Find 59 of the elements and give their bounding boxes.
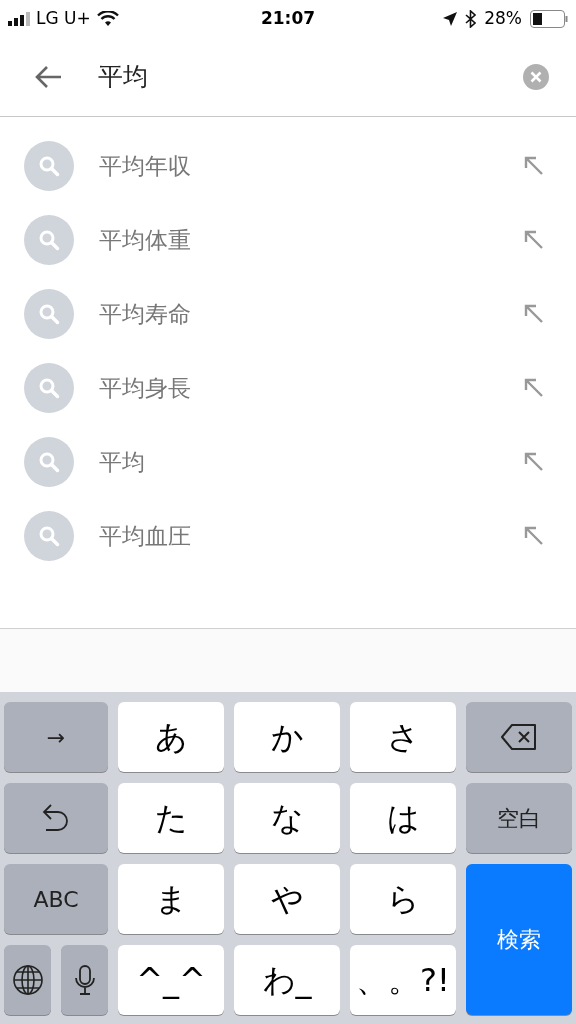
globe-key[interactable] bbox=[4, 945, 51, 1015]
suggestion-item[interactable]: 平均血圧 bbox=[0, 499, 576, 573]
kana-key[interactable]: な bbox=[234, 783, 340, 853]
search-key[interactable]: 検索 bbox=[466, 864, 572, 1015]
suggestion-text: 平均体重 bbox=[99, 225, 192, 255]
undo-key[interactable] bbox=[4, 783, 108, 853]
kana-key[interactable]: や bbox=[234, 864, 340, 934]
wifi-icon bbox=[96, 11, 119, 27]
suggestion-item[interactable]: 平均身長 bbox=[0, 351, 576, 425]
clock-time: 21:07 bbox=[260, 7, 316, 31]
kana-key[interactable]: ^_^ bbox=[118, 945, 224, 1015]
suggestion-text: 平均身長 bbox=[99, 373, 192, 403]
suggestion-item[interactable]: 平均寿命 bbox=[0, 277, 576, 351]
kana-key[interactable]: あ bbox=[118, 702, 224, 772]
battery-icon bbox=[530, 10, 568, 28]
search-icon bbox=[24, 363, 74, 413]
microphone-icon bbox=[73, 964, 96, 996]
function-key[interactable]: 空白 bbox=[466, 783, 572, 853]
kana-key[interactable]: ら bbox=[350, 864, 456, 934]
kana-key[interactable]: わ_ bbox=[234, 945, 340, 1015]
kana-key[interactable]: は bbox=[350, 783, 456, 853]
search-icon bbox=[24, 215, 74, 265]
arrow-up-left-icon[interactable] bbox=[524, 378, 544, 398]
undo-icon bbox=[41, 802, 71, 834]
suggestion-text: 平均寿命 bbox=[99, 299, 192, 329]
arrow-up-left-icon[interactable] bbox=[524, 156, 544, 176]
arrow-up-left-icon[interactable] bbox=[524, 452, 544, 472]
kana-key[interactable]: さ bbox=[350, 702, 456, 772]
suggestion-item[interactable]: 平均 bbox=[0, 425, 576, 499]
suggestion-text: 平均血圧 bbox=[99, 521, 192, 551]
bluetooth-icon bbox=[465, 10, 477, 28]
globe-icon bbox=[11, 964, 44, 996]
arrow-up-left-icon[interactable] bbox=[524, 230, 544, 250]
kana-key[interactable]: 、。?! bbox=[350, 945, 456, 1015]
search-icon bbox=[24, 289, 74, 339]
battery-percent: 28% bbox=[484, 7, 522, 31]
carrier-name: LG U+ bbox=[36, 7, 91, 31]
kana-key[interactable]: ま bbox=[118, 864, 224, 934]
search-icon bbox=[24, 437, 74, 487]
location-icon bbox=[443, 12, 458, 26]
delete-icon bbox=[500, 723, 538, 751]
search-icon bbox=[24, 141, 74, 191]
suggestion-text: 平均年収 bbox=[99, 151, 192, 181]
arrow-up-left-icon[interactable] bbox=[524, 304, 544, 324]
search-field[interactable]: 平均 bbox=[98, 58, 523, 96]
signal-icon bbox=[8, 12, 30, 26]
back-arrow-icon[interactable] bbox=[34, 65, 62, 89]
kana-key[interactable]: た bbox=[118, 783, 224, 853]
clear-icon[interactable] bbox=[523, 64, 549, 90]
function-key[interactable]: → bbox=[4, 702, 108, 772]
suggestion-text: 平均 bbox=[99, 447, 146, 477]
kana-key[interactable]: か bbox=[234, 702, 340, 772]
function-key[interactable]: ABC bbox=[4, 864, 108, 934]
search-icon bbox=[24, 511, 74, 561]
suggestion-item[interactable]: 平均体重 bbox=[0, 203, 576, 277]
delete-key[interactable] bbox=[466, 702, 572, 772]
mic-key[interactable] bbox=[61, 945, 108, 1015]
suggestion-item[interactable]: 平均年収 bbox=[0, 129, 576, 203]
arrow-up-left-icon[interactable] bbox=[524, 526, 544, 546]
